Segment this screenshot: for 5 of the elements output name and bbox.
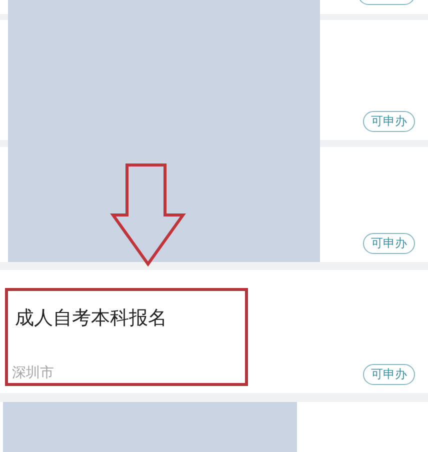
service-title: 成人自考本科报名 (15, 306, 167, 330)
status-badge: 可申办 (363, 233, 415, 254)
status-badge: 可申办 (363, 364, 415, 385)
location-text: 深圳市 (12, 364, 54, 382)
status-badge: 可申办 (363, 111, 415, 132)
